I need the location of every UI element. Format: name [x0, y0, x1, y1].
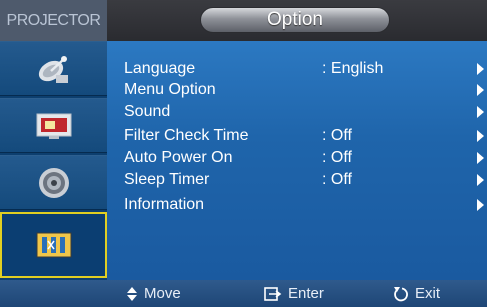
menu-row-sleep-timer[interactable]: Sleep Timer : Off — [124, 169, 484, 191]
option-menu-panel: Language : English Menu Option Sound Fil… — [107, 41, 487, 280]
move-label: Move — [144, 285, 181, 302]
enter-icon — [264, 286, 282, 301]
enter-hint: Enter — [264, 280, 324, 307]
menu-row-sound[interactable]: Sound — [124, 101, 484, 123]
menu-row-language[interactable]: Language : English — [124, 58, 484, 80]
arrow-right-icon — [477, 174, 484, 186]
menu-row-value: : English — [322, 60, 384, 77]
sidebar-item-input[interactable] — [0, 41, 107, 96]
exit-hint: Exit — [393, 280, 440, 307]
menu-row-label: Language — [124, 60, 196, 77]
menu-row-label: Filter Check Time — [124, 127, 249, 144]
menu-row-value: : Off — [322, 171, 352, 188]
menu-row-label: Sound — [124, 103, 171, 120]
arrow-right-icon — [477, 106, 484, 118]
menu-row-label: Auto Power On — [124, 149, 233, 166]
arrow-right-icon — [477, 63, 484, 75]
menu-row-menu-option[interactable]: Menu Option — [124, 79, 484, 101]
key-guide-bar: Move Enter Exit — [0, 280, 487, 307]
move-hint: Move — [126, 280, 181, 307]
sidebar-item-picture[interactable] — [0, 98, 107, 153]
menu-row-value: : Off — [322, 127, 352, 144]
move-arrows-icon — [127, 286, 137, 301]
menu-row-label: Information — [124, 196, 205, 213]
enter-label: Enter — [288, 285, 324, 302]
arrow-right-icon — [477, 199, 484, 211]
title-bar: Option — [107, 0, 487, 41]
exit-return-icon — [394, 286, 408, 301]
menu-row-value: : Off — [322, 149, 352, 166]
option-icon — [36, 232, 71, 258]
category-sidebar — [0, 41, 107, 280]
menu-row-label: Sleep Timer — [124, 171, 210, 188]
arrow-right-icon — [477, 130, 484, 142]
menu-row-auto-power-on[interactable]: Auto Power On : Off — [124, 147, 484, 169]
menu-row-filter-check-time[interactable]: Filter Check Time : Off — [124, 125, 484, 147]
arrow-right-icon — [477, 152, 484, 164]
picture-icon — [36, 113, 71, 139]
projector-osd-menu: PROJECTOR Option Language: English Menu… — [0, 0, 487, 307]
arrow-right-icon — [477, 84, 484, 96]
sidebar-item-setup[interactable] — [0, 155, 107, 210]
exit-label: Exit — [415, 285, 441, 302]
page-title: Option — [200, 7, 390, 33]
menu-row-label: Menu Option — [124, 81, 216, 98]
brand-label: PROJECTOR — [0, 0, 107, 41]
menu-row-information[interactable]: Information — [124, 194, 484, 216]
speaker-icon — [38, 167, 69, 198]
sidebar-item-option[interactable] — [0, 212, 107, 278]
satellite-dish-icon — [38, 55, 68, 83]
